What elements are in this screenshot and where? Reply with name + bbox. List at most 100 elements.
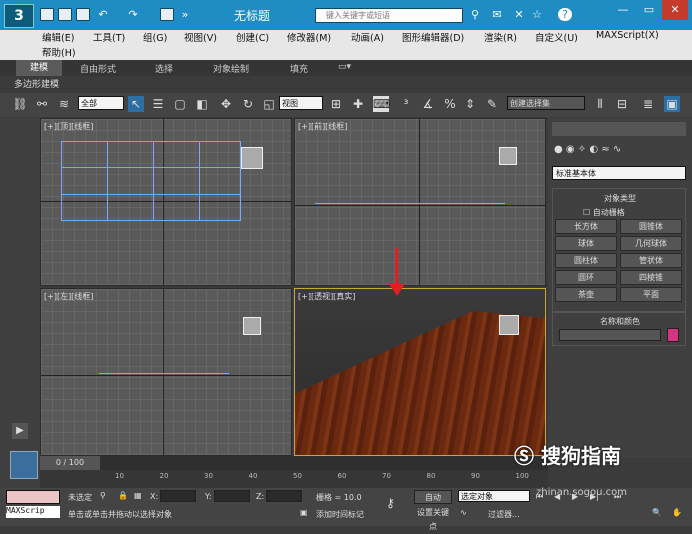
communication-icon[interactable]: ✉ (490, 8, 504, 21)
cone-button[interactable]: 圆锥体 (620, 219, 682, 234)
menu-maxscript[interactable]: MAXScript(X) (596, 30, 659, 41)
menu-modifiers[interactable]: 修改器(M) (287, 30, 331, 44)
transform-mode-icon[interactable]: ▦ (134, 491, 142, 500)
window-crossing-icon[interactable]: ◧ (194, 96, 210, 112)
z-coordinate-field[interactable] (266, 490, 302, 502)
tab-selection[interactable]: 选择 (155, 62, 173, 75)
play-toggle-icon[interactable]: ▶ (12, 423, 28, 439)
tab-populate[interactable]: 填充 (290, 62, 308, 75)
exchange-icon[interactable]: ✕ (512, 8, 526, 21)
viewport-label-left[interactable]: [+][左][线框] (44, 291, 93, 302)
time-tag-icon[interactable]: ▣ (300, 508, 308, 517)
menu-views[interactable]: 视图(V) (184, 30, 217, 44)
rotate-icon[interactable]: ↻ (240, 96, 256, 112)
torus-button[interactable]: 圆环 (555, 270, 617, 285)
spinner-snap-icon[interactable]: ⇕ (462, 96, 478, 112)
tube-button[interactable]: 管状体 (620, 253, 682, 268)
close-button[interactable]: ✕ (662, 0, 688, 20)
viewcube-perspective-icon[interactable] (499, 315, 519, 335)
menu-graph-editors[interactable]: 图形编辑器(D) (402, 30, 464, 44)
viewport-top[interactable]: [+][顶][线框] (40, 118, 292, 286)
geosphere-button[interactable]: 几何球体 (620, 236, 682, 251)
expand-icon[interactable]: » (178, 8, 192, 21)
snaps-toggle-icon[interactable]: ³ (398, 96, 414, 112)
cylinder-button[interactable]: 圆柱体 (555, 253, 617, 268)
object-color-swatch[interactable] (667, 328, 679, 342)
viewcube-left-icon[interactable] (243, 317, 261, 335)
viewport-layout-icon[interactable] (10, 451, 38, 479)
time-slider[interactable]: 0 / 100 (40, 456, 548, 470)
viewport-front[interactable]: [+][前][线框] (294, 118, 546, 286)
maximize-button[interactable]: ▭ (636, 0, 662, 20)
geometry-type-select[interactable]: 标准基本体 (552, 166, 686, 180)
open-file-icon[interactable] (58, 8, 72, 21)
lock-selection-icon[interactable]: 🔒 (118, 491, 128, 500)
minimize-button[interactable]: — (610, 0, 636, 20)
help-icon[interactable]: ? (558, 8, 572, 21)
ribbon-subtitle[interactable]: 多边形建模 (14, 77, 74, 91)
pan-icon[interactable]: ✋ (672, 508, 682, 517)
viewcube-front-icon[interactable] (499, 147, 517, 165)
select-by-name-icon[interactable]: ☰ (150, 96, 166, 112)
box-button[interactable]: 长方体 (555, 219, 617, 234)
time-slider-thumb[interactable]: 0 / 100 (40, 456, 100, 470)
reference-coordinate-select[interactable]: 视图 (279, 96, 323, 110)
menu-edit[interactable]: 编辑(E) (42, 30, 74, 44)
menu-create[interactable]: 创建(C) (236, 30, 269, 44)
sphere-button[interactable]: 球体 (555, 236, 617, 251)
keyboard-shortcut-icon[interactable]: ⌨ (373, 96, 390, 112)
menu-help[interactable]: 帮助(H) (42, 45, 76, 59)
unlink-icon[interactable]: ⚯ (34, 96, 50, 112)
tab-object-paint[interactable]: 对象绘制 (213, 62, 249, 75)
ribbon-options-icon[interactable]: ▭▾ (338, 62, 351, 72)
link-icon[interactable]: ⛓ (12, 96, 28, 112)
tab-modeling[interactable]: 建模 (16, 60, 62, 76)
key-tangent-icon[interactable]: ∿ (460, 508, 467, 517)
y-coordinate-field[interactable] (214, 490, 250, 502)
viewport-label-front[interactable]: [+][前][线框] (298, 121, 347, 132)
key-mode-icon[interactable]: ⚷ (386, 496, 395, 510)
viewport-perspective[interactable]: [+][透视][真实] (294, 288, 546, 456)
track-bar[interactable]: 10 20 30 40 50 60 70 80 90 100 (40, 470, 548, 488)
viewport-label-perspective[interactable]: [+][透视][真实] (298, 291, 355, 302)
isolate-icon[interactable]: ⚲ (100, 491, 106, 500)
autogrid-checkbox[interactable]: ☐ 自动栅格 (583, 207, 625, 218)
named-selection-select[interactable]: 创建选择集 (507, 96, 585, 110)
rectangle-region-icon[interactable]: ▢ (172, 96, 188, 112)
search-input[interactable]: 键入关键字或短语 (315, 8, 463, 23)
zoom-icon[interactable]: 🔍 (652, 508, 662, 517)
maxscript-listener[interactable] (6, 490, 60, 504)
app-logo-icon[interactable]: 3 (4, 4, 34, 28)
menu-rendering[interactable]: 渲染(R) (484, 30, 517, 44)
menu-animation[interactable]: 动画(A) (351, 30, 384, 44)
create-category-icons[interactable]: ● ◉ ✧ ◐ ≈ ∿ (554, 144, 686, 158)
auto-key-button[interactable]: 自动 (414, 490, 452, 504)
move-icon[interactable]: ✥ (218, 96, 234, 112)
angle-snap-icon[interactable]: ∡ (420, 96, 436, 112)
project-folder-icon[interactable] (160, 8, 174, 21)
menu-tools[interactable]: 工具(T) (93, 30, 125, 44)
percent-snap-icon[interactable]: % (442, 96, 458, 112)
new-file-icon[interactable] (40, 8, 54, 21)
select-object-icon[interactable]: ↖ (128, 96, 144, 112)
command-panel-tabs[interactable] (552, 122, 686, 136)
menu-customize[interactable]: 自定义(U) (535, 30, 578, 44)
scale-icon[interactable]: ◱ (261, 96, 277, 112)
menu-group[interactable]: 组(G) (143, 30, 167, 44)
x-coordinate-field[interactable] (160, 490, 196, 502)
undo-icon[interactable]: ↶ (96, 8, 110, 21)
pyramid-button[interactable]: 四棱锥 (620, 270, 682, 285)
tab-freeform[interactable]: 自由形式 (80, 62, 116, 75)
render-setup-icon[interactable]: ▣ (664, 96, 680, 112)
bind-space-warp-icon[interactable]: ≋ (56, 96, 72, 112)
key-filters-button[interactable]: 过滤器... (488, 509, 520, 520)
name-color-title[interactable]: 名称和颜色 (553, 316, 687, 327)
align-icon[interactable]: ⊟ (614, 96, 630, 112)
layer-manager-icon[interactable]: ≣ (640, 96, 656, 112)
plane-button[interactable]: 平面 (620, 287, 682, 302)
viewcube-top-icon[interactable] (241, 147, 263, 169)
teapot-button[interactable]: 茶壶 (555, 287, 617, 302)
redo-icon[interactable]: ↷ (126, 8, 140, 21)
maxscript-input[interactable]: MAXScrip (6, 506, 60, 518)
key-filter-select[interactable]: 选定对象 (458, 490, 530, 502)
